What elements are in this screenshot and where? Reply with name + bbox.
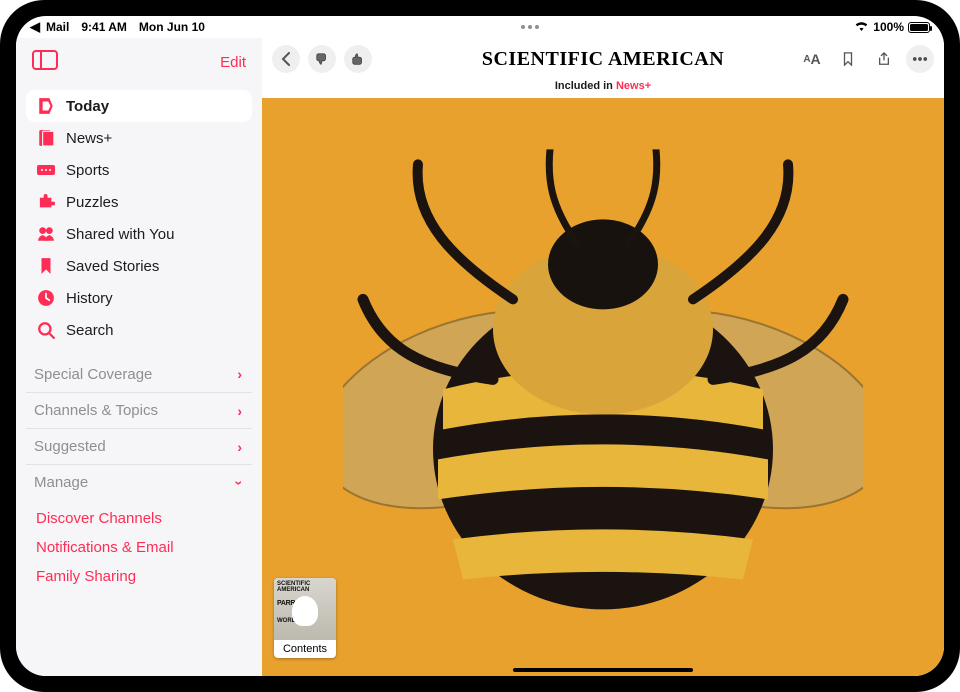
battery-icon [908, 22, 930, 33]
bookmark-icon [36, 256, 56, 276]
sidebar-item-label: Today [66, 98, 109, 115]
ipad-device: ◀ Mail 9:41 AM Mon Jun 10 100% [0, 0, 960, 692]
multitasking-dots[interactable] [205, 25, 854, 29]
sidebar-item-label: Search [66, 322, 114, 339]
thumb-title-line2: AMERICAN [277, 587, 333, 593]
status-date: Mon Jun 10 [139, 20, 205, 34]
sidebar-item-search[interactable]: Search [26, 314, 252, 346]
collapse-sidebar-button[interactable] [32, 50, 58, 75]
manage-notifications-email[interactable]: Notifications & Email [26, 533, 252, 562]
back-button[interactable] [272, 45, 300, 73]
chevron-down-icon: › [232, 480, 248, 485]
puzzle-icon [36, 192, 56, 212]
sidebar-item-newsplus[interactable]: News+ [26, 122, 252, 154]
edit-button[interactable]: Edit [220, 54, 246, 71]
sidebar-item-shared[interactable]: Shared with You [26, 218, 252, 250]
content-area: Edit Today News+ Sports [16, 38, 944, 676]
sidebar-item-history[interactable]: History [26, 282, 252, 314]
section-label: Special Coverage [34, 366, 152, 383]
section-suggested[interactable]: Suggested › [26, 428, 252, 464]
save-bookmark-button[interactable] [834, 45, 862, 73]
section-label: Channels & Topics [34, 402, 158, 419]
sidebar-item-label: Saved Stories [66, 258, 159, 275]
share-button[interactable] [870, 45, 898, 73]
section-special-coverage[interactable]: Special Coverage › [26, 356, 252, 392]
today-icon [36, 96, 56, 116]
article-view: SCIENTIFIC AMERICAN AA Included in News+ [262, 38, 944, 676]
shared-icon [36, 224, 56, 244]
status-bar: ◀ Mail 9:41 AM Mon Jun 10 100% [16, 16, 944, 38]
section-label: Manage [34, 474, 88, 491]
sidebar-item-today[interactable]: Today [26, 90, 252, 122]
section-manage[interactable]: Manage › [26, 464, 252, 500]
back-to-app-icon[interactable]: ◀ [30, 19, 40, 35]
sidebar: Edit Today News+ Sports [16, 38, 262, 676]
more-button[interactable] [906, 45, 934, 73]
included-prefix: Included in [555, 80, 616, 92]
bee-illustration [343, 149, 863, 669]
sports-icon [36, 160, 56, 180]
sidebar-item-label: Sports [66, 162, 109, 179]
newsplus-brand: News+ [616, 80, 651, 92]
text-size-button[interactable]: AA [798, 45, 826, 73]
status-time: 9:41 AM [81, 20, 127, 34]
battery-percent: 100% [873, 20, 904, 34]
sidebar-item-puzzles[interactable]: Puzzles [26, 186, 252, 218]
sidebar-item-label: Shared with You [66, 226, 174, 243]
sidebar-item-label: News+ [66, 130, 112, 147]
included-in-badge: Included in News+ [262, 80, 944, 92]
contents-button[interactable]: SCIENTIFIC AMERICAN PARROTS WORLD Conten… [274, 578, 336, 658]
section-label: Suggested [34, 438, 106, 455]
search-icon [36, 320, 56, 340]
newsplus-icon [36, 128, 56, 148]
sidebar-item-saved[interactable]: Saved Stories [26, 250, 252, 282]
history-icon [36, 288, 56, 308]
back-to-app-label[interactable]: Mail [46, 20, 69, 34]
sidebar-item-label: History [66, 290, 113, 307]
article-toolbar: SCIENTIFIC AMERICAN AA [262, 38, 944, 80]
like-button[interactable] [344, 45, 372, 73]
publication-title: SCIENTIFIC AMERICAN [482, 48, 724, 71]
section-channels-topics[interactable]: Channels & Topics › [26, 392, 252, 428]
wifi-icon [854, 20, 869, 34]
contents-label: Contents [283, 640, 327, 658]
sidebar-item-sports[interactable]: Sports [26, 154, 252, 186]
dislike-button[interactable] [308, 45, 336, 73]
screen: ◀ Mail 9:41 AM Mon Jun 10 100% [16, 16, 944, 676]
manage-discover-channels[interactable]: Discover Channels [26, 504, 252, 533]
chevron-right-icon: › [237, 439, 242, 455]
chevron-right-icon: › [237, 403, 242, 419]
issue-cover-thumbnail: SCIENTIFIC AMERICAN PARROTS WORLD [274, 578, 336, 640]
home-indicator[interactable] [513, 668, 693, 672]
sidebar-item-label: Puzzles [66, 194, 119, 211]
article-hero-image[interactable]: SCIENTIFIC AMERICAN PARROTS WORLD Conten… [262, 98, 944, 676]
manage-family-sharing[interactable]: Family Sharing [26, 562, 252, 591]
chevron-right-icon: › [237, 366, 242, 382]
